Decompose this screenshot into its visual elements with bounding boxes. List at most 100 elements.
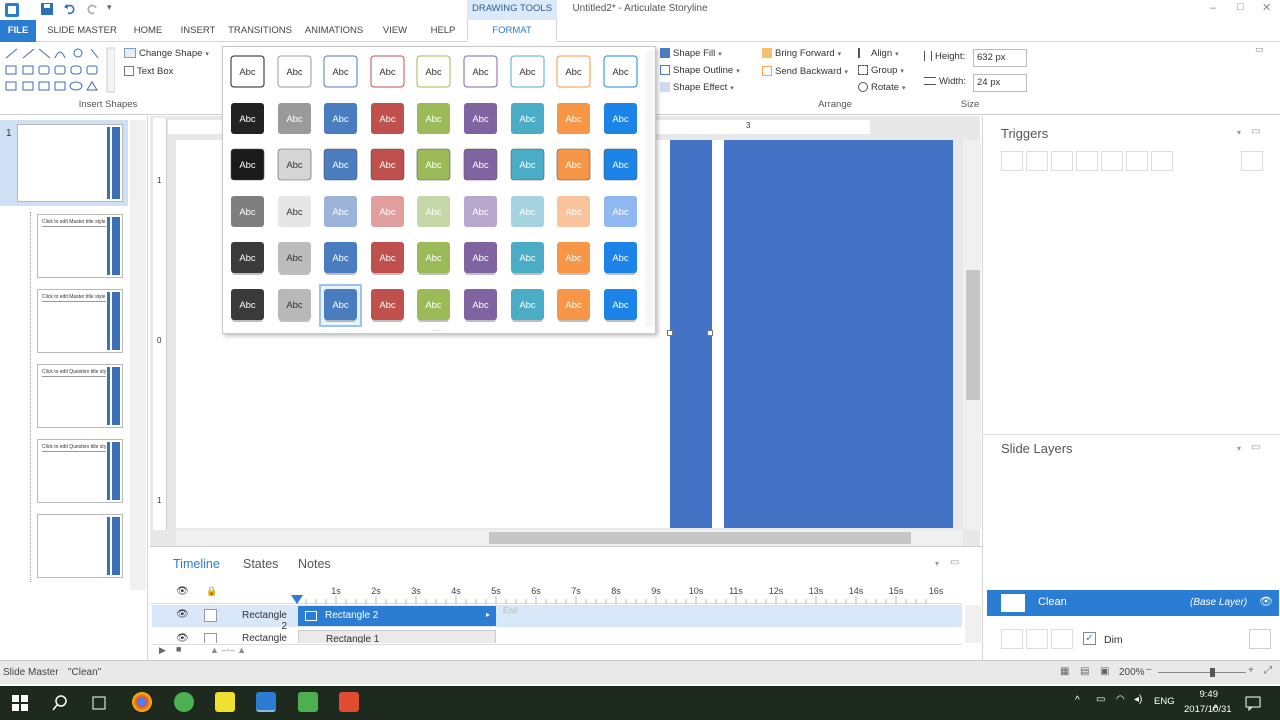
minimize-icon[interactable]: – <box>1210 2 1216 14</box>
bar-end-arrow-icon[interactable]: ▸ <box>486 610 490 619</box>
style-swatch[interactable]: Abc <box>231 242 264 275</box>
tab-states[interactable]: States <box>243 557 278 571</box>
style-swatch[interactable]: Abc <box>510 55 545 88</box>
tab-view[interactable]: VIEW <box>376 20 414 42</box>
style-swatch[interactable]: Abc <box>556 148 591 181</box>
style-swatch[interactable]: Abc <box>324 196 357 227</box>
edit-trigger-icon[interactable] <box>1026 151 1048 171</box>
triggers-popout-icon[interactable]: ▭ <box>1251 126 1260 137</box>
style-swatch[interactable]: Abc <box>277 55 312 88</box>
width-input[interactable]: 24 px <box>973 74 1027 92</box>
style-swatch[interactable]: Abc <box>417 103 450 134</box>
timeline-menu-icon[interactable]: ▾ <box>935 559 939 568</box>
slide-panel-scrollbar[interactable] <box>130 120 146 590</box>
tab-home[interactable]: HOME <box>128 20 168 42</box>
scroll-thumb[interactable] <box>966 270 980 400</box>
zoom-slider[interactable] <box>1158 672 1246 673</box>
variables-icon[interactable] <box>1241 151 1263 171</box>
shape-outline-button[interactable]: Shape Outline ▾ <box>660 63 740 79</box>
style-swatch[interactable]: Abc <box>510 148 545 181</box>
notes-app-icon[interactable] <box>215 692 235 712</box>
language-indicator[interactable]: ENG <box>1154 696 1175 707</box>
timeline-popout-icon[interactable]: ▭ <box>950 557 959 568</box>
style-swatch[interactable]: Abc <box>557 196 590 227</box>
style-swatch[interactable]: Abc <box>278 196 311 227</box>
playhead-icon[interactable] <box>291 595 303 604</box>
style-swatch[interactable]: Abc <box>464 242 497 275</box>
layout-thumbnail[interactable]: Click to edit Question title style <box>37 364 123 428</box>
utorrent-icon[interactable] <box>174 692 194 712</box>
style-swatch[interactable]: Abc <box>370 148 405 181</box>
task-view-icon[interactable] <box>91 695 107 711</box>
style-swatch[interactable]: Abc <box>371 242 404 275</box>
layout-thumbnail[interactable]: Click to edit Master title style <box>37 289 123 353</box>
align-button[interactable]: Align ▾ <box>858 46 899 62</box>
triggers-menu-icon[interactable]: ▾ <box>1237 128 1241 137</box>
gallery-swatches[interactable]: Abc Abc Abc Abc Abc Abc Abc Abc Abc Abc Abc Abc Abc A… <box>223 47 657 335</box>
end-marker[interactable]: End <box>503 606 517 615</box>
timeline-bar[interactable]: Rectangle 2 ▸ <box>298 606 496 626</box>
style-swatch[interactable]: Abc <box>231 196 264 227</box>
style-swatch[interactable]: Abc <box>604 242 637 275</box>
style-swatch[interactable]: Abc <box>230 55 265 88</box>
windows-start-icon[interactable] <box>12 695 28 711</box>
tab-insert[interactable]: INSERT <box>176 20 220 42</box>
style-swatch[interactable]: Abc <box>371 289 404 322</box>
timeline-bar[interactable]: Rectangle 1 <box>298 630 496 643</box>
rectangle-2-shape[interactable] <box>670 140 712 528</box>
master-thumbnail[interactable] <box>17 124 123 202</box>
send-backward-button[interactable]: Send Backward ▾ <box>762 64 848 80</box>
layout-thumbnail[interactable]: Click to edit Master title style <box>37 214 123 278</box>
rotate-button[interactable]: Rotate ▾ <box>858 80 906 96</box>
zoom-in-icon[interactable]: + <box>1248 665 1254 676</box>
tab-file[interactable]: FILE <box>0 20 36 42</box>
shape-style-gallery[interactable]: Abc Abc Abc Abc Abc Abc Abc Abc Abc Abc Abc Abc Abc A… <box>222 46 657 335</box>
style-swatch[interactable]: Abc <box>278 242 311 275</box>
tab-timeline[interactable]: Timeline <box>173 557 220 571</box>
canvas-horizontal-scrollbar[interactable] <box>176 530 963 546</box>
shapes-gallery[interactable] <box>3 46 115 94</box>
rectangle-1-shape[interactable] <box>724 140 953 528</box>
style-swatch[interactable]: Abc <box>464 196 497 227</box>
paste-trigger-icon[interactable] <box>1076 151 1098 171</box>
new-trigger-icon[interactable] <box>1001 151 1023 171</box>
lock-column-icon[interactable]: 🔒 <box>206 586 217 597</box>
camtasia-icon[interactable] <box>298 692 318 712</box>
timeline-row[interactable]: 👁 Rectangle 1 Rectangle 1 <box>152 629 962 643</box>
eye-column-icon[interactable]: 👁 <box>176 586 189 597</box>
style-swatch[interactable]: Abc <box>417 242 450 275</box>
stop-icon[interactable]: ■ <box>176 644 181 654</box>
wifi-icon[interactable]: ◠ <box>1116 694 1125 705</box>
volume-icon[interactable]: ◂) <box>1134 694 1142 705</box>
copy-trigger-icon[interactable] <box>1051 151 1073 171</box>
style-swatch[interactable]: Abc <box>277 148 312 181</box>
style-swatch[interactable]: Abc <box>604 196 637 227</box>
style-swatch[interactable]: Abc <box>511 103 544 134</box>
style-swatch[interactable]: Abc <box>511 242 544 275</box>
layer-settings-icon[interactable] <box>1249 629 1271 649</box>
search-icon[interactable] <box>52 695 68 711</box>
tab-animations[interactable]: ANIMATIONS <box>300 20 368 42</box>
layout-thumbnail[interactable]: Click to edit Question title style <box>37 439 123 503</box>
normal-view-icon[interactable]: ▦ <box>1060 666 1069 677</box>
style-swatch[interactable]: Abc <box>324 103 357 134</box>
tab-help[interactable]: HELP <box>424 20 462 42</box>
close-icon[interactable]: ✕ <box>1262 1 1271 14</box>
style-swatch[interactable]: Abc <box>323 148 358 181</box>
fit-window-icon[interactable]: ⤢ <box>1264 665 1272 676</box>
style-swatch[interactable]: Abc <box>604 289 637 322</box>
style-swatch[interactable]: Abc <box>511 289 544 322</box>
maximize-icon[interactable]: □ <box>1237 1 1244 13</box>
visibility-icon[interactable]: 👁 <box>176 633 189 643</box>
timeline-row[interactable]: 👁 Rectangle 2 Rectangle 2 ▸ End <box>152 605 962 632</box>
style-swatch[interactable]: Abc <box>417 196 450 227</box>
duplicate-layer-icon[interactable] <box>1026 629 1048 649</box>
play-icon[interactable]: ▶ <box>159 645 166 656</box>
layers-menu-icon[interactable]: ▾ <box>1237 444 1241 453</box>
tab-format[interactable]: FORMAT <box>467 20 557 42</box>
style-swatch[interactable]: Abc <box>324 242 357 275</box>
style-swatch[interactable]: Abc <box>231 103 264 134</box>
layout-thumbnail[interactable] <box>37 514 123 578</box>
style-swatch[interactable]: Abc <box>463 148 498 181</box>
style-swatch[interactable]: Abc <box>371 196 404 227</box>
